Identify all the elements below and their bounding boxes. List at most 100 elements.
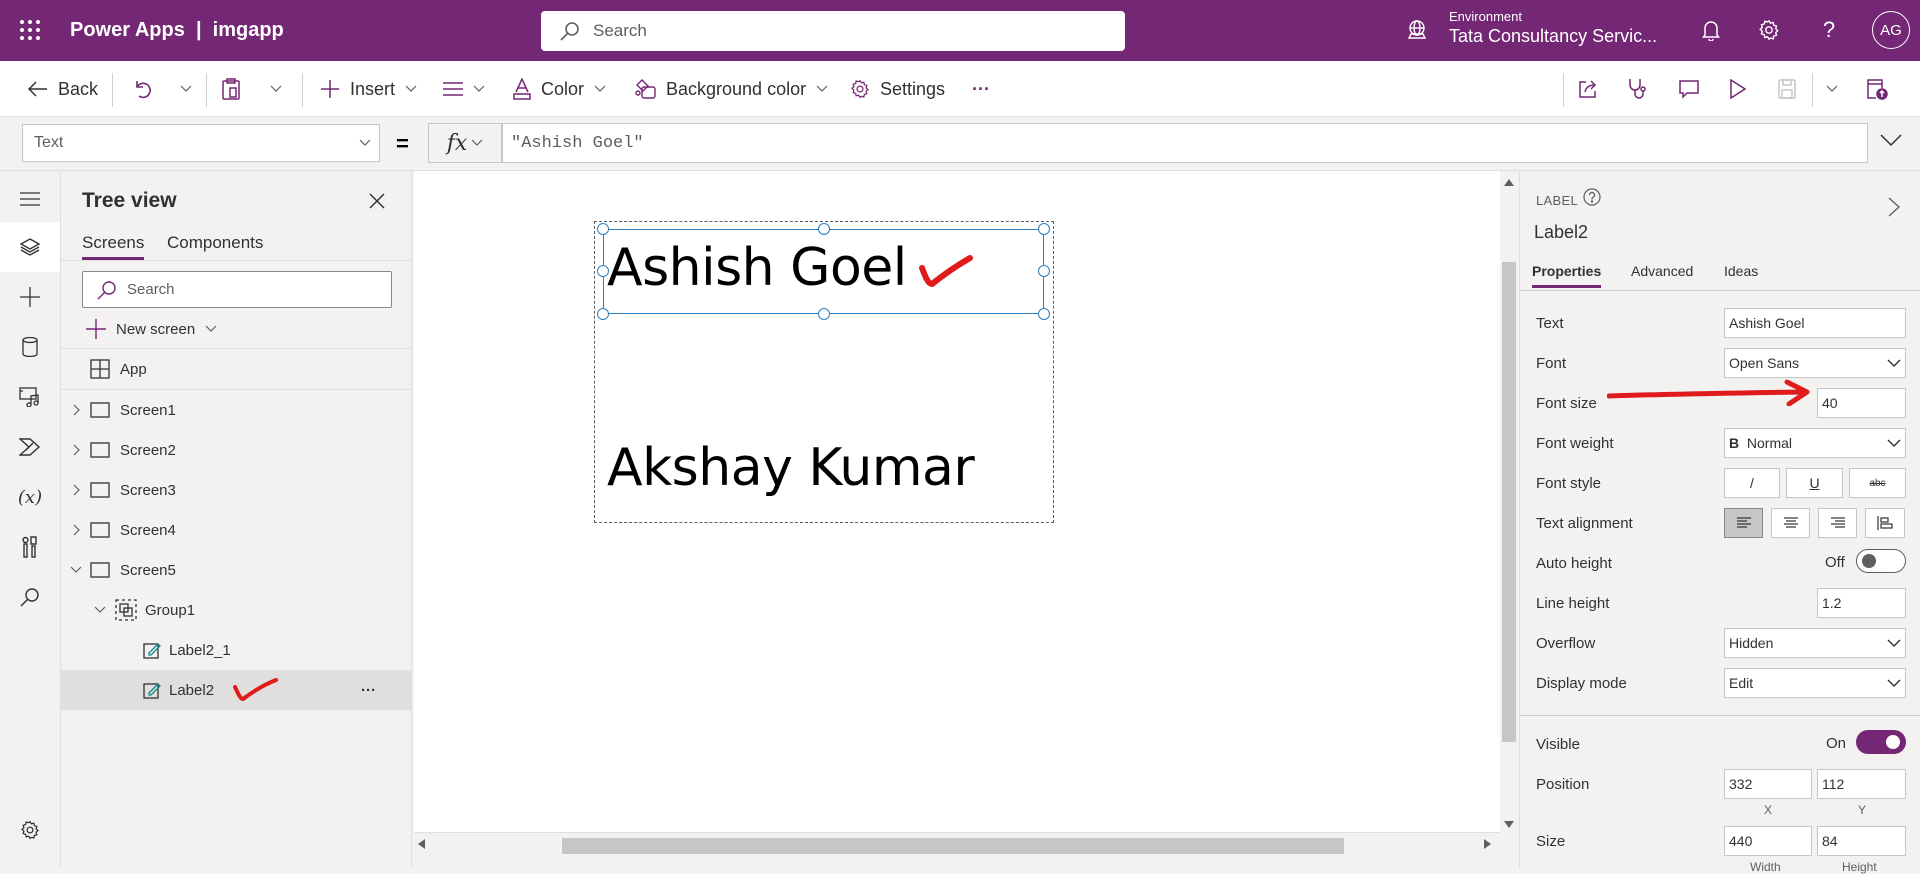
power-automate-button[interactable] [0, 422, 60, 472]
canvas-label-ashish[interactable]: Ashish Goel [607, 238, 907, 298]
save-button[interactable] [1778, 61, 1796, 117]
font-weight-dropdown[interactable]: B Normal [1724, 428, 1906, 458]
resize-handle[interactable] [818, 308, 830, 320]
paste-button[interactable] [222, 61, 240, 117]
font-size-input[interactable]: 40 [1817, 388, 1906, 418]
overflow-dropdown[interactable]: Hidden [1724, 628, 1906, 658]
hamburger-menu-button[interactable] [0, 174, 60, 224]
back-button[interactable]: Back [28, 61, 98, 117]
environment-name[interactable]: Tata Consultancy Servic... [1449, 26, 1657, 47]
help-icon[interactable]: ? [1816, 17, 1842, 43]
advanced-tools-button[interactable] [0, 522, 60, 572]
comments-button[interactable] [1678, 61, 1700, 117]
align-top-icon [1877, 516, 1893, 530]
horizontal-scroll-thumb[interactable] [562, 838, 1344, 854]
settings-rail-button[interactable] [0, 805, 60, 855]
resize-handle[interactable] [1038, 308, 1050, 320]
canvas-label-akshay[interactable]: Akshay Kumar [607, 438, 975, 498]
new-screen-button[interactable]: New screen [86, 315, 217, 343]
tree-item-label-selected[interactable]: Label2 ··· [61, 670, 412, 710]
line-height-input[interactable]: 1.2 [1817, 588, 1906, 618]
strikethrough-button[interactable]: abc [1849, 468, 1906, 498]
layout-button[interactable] [443, 61, 485, 117]
variables-button[interactable]: (x) [0, 472, 60, 522]
settings-button[interactable]: Settings [850, 61, 945, 117]
settings-gear-icon[interactable] [1756, 17, 1782, 43]
size-width-input[interactable]: 440 [1724, 826, 1812, 856]
close-tree-view-button[interactable] [369, 193, 385, 209]
width-caption: Width [1750, 860, 1781, 874]
tree-search-input[interactable]: Search [82, 271, 392, 308]
font-dropdown[interactable]: Open Sans [1724, 348, 1906, 378]
tree-item-screen[interactable]: Screen4 [61, 510, 412, 550]
undo-dropdown[interactable] [180, 61, 192, 117]
underline-button[interactable]: U [1786, 468, 1843, 498]
tab-ideas[interactable]: Ideas [1724, 263, 1758, 285]
color-button[interactable]: Color [513, 61, 606, 117]
tree-view-button[interactable] [0, 222, 60, 272]
tree-item-group[interactable]: Group1 [61, 590, 412, 630]
text-property-input[interactable]: Ashish Goel [1724, 308, 1906, 338]
tree-item-label[interactable]: Label2_1 [61, 630, 412, 670]
auto-height-toggle[interactable] [1856, 549, 1906, 573]
tab-screens[interactable]: Screens [82, 233, 145, 260]
tree-item-screen[interactable]: Screen3 [61, 470, 412, 510]
environment-icon[interactable] [1406, 19, 1428, 41]
undo-button[interactable] [133, 61, 151, 117]
align-justify-button[interactable] [1865, 508, 1905, 538]
visible-toggle[interactable] [1856, 730, 1906, 754]
formula-input[interactable]: "Ashish Goel" [502, 123, 1868, 163]
insert-button[interactable]: Insert [320, 61, 417, 117]
tree-item-screen[interactable]: Screen2 [61, 430, 412, 470]
align-center-button[interactable] [1771, 508, 1810, 538]
background-color-button[interactable]: Background color [634, 61, 828, 117]
notifications-bell-icon[interactable] [1698, 17, 1724, 43]
tab-advanced[interactable]: Advanced [1631, 263, 1693, 285]
vertical-scroll-thumb[interactable] [1502, 262, 1516, 742]
control-name[interactable]: Label2 [1534, 222, 1588, 243]
paste-dropdown[interactable] [270, 61, 282, 117]
app-checker-button[interactable] [1628, 61, 1648, 117]
save-options-dropdown[interactable] [1826, 61, 1838, 117]
resize-handle[interactable] [597, 223, 609, 235]
italic-button[interactable]: / [1724, 468, 1780, 498]
screen-icon [90, 402, 110, 418]
position-x-input[interactable]: 332 [1724, 769, 1812, 799]
resize-handle[interactable] [597, 308, 609, 320]
app-launcher-icon[interactable] [18, 18, 42, 42]
gear-icon [21, 820, 39, 840]
collapse-panel-button[interactable] [1888, 197, 1900, 217]
help-circle-icon[interactable] [1583, 188, 1601, 206]
property-selector[interactable]: Text [22, 124, 380, 162]
row-more-options-button[interactable]: ··· [361, 682, 376, 699]
expand-formula-bar-button[interactable] [1880, 133, 1902, 147]
size-height-input[interactable]: 84 [1817, 826, 1906, 856]
power-automate-icon [19, 438, 41, 456]
resize-handle[interactable] [1038, 265, 1050, 277]
tab-components[interactable]: Components [167, 233, 263, 257]
insert-rail-button[interactable] [0, 272, 60, 322]
global-search-input[interactable]: Search [541, 11, 1125, 51]
publish-button[interactable] [1866, 61, 1888, 117]
function-button[interactable]: fx [428, 123, 502, 163]
align-left-button[interactable] [1724, 508, 1763, 538]
share-button[interactable] [1578, 61, 1598, 117]
display-mode-dropdown[interactable]: Edit [1724, 668, 1906, 698]
more-commands-button[interactable]: ··· [972, 61, 990, 117]
resize-handle[interactable] [1038, 223, 1050, 235]
tab-properties[interactable]: Properties [1532, 263, 1602, 288]
tree-item-screen[interactable]: Screen1 [61, 390, 412, 430]
text-alignment-label: Text alignment [1536, 515, 1633, 532]
hamburger-icon [20, 192, 40, 206]
tree-item-screen[interactable]: Screen5 [61, 550, 412, 590]
tree-item-app[interactable]: App [61, 349, 412, 389]
position-y-input[interactable]: 112 [1817, 769, 1906, 799]
preview-play-button[interactable] [1730, 61, 1746, 117]
search-rail-button[interactable] [0, 572, 60, 622]
align-right-button[interactable] [1818, 508, 1857, 538]
data-button[interactable] [0, 322, 60, 372]
user-avatar[interactable]: AG [1872, 11, 1910, 49]
resize-handle[interactable] [818, 223, 830, 235]
media-button[interactable] [0, 372, 60, 422]
left-rail: (x) [0, 171, 61, 868]
